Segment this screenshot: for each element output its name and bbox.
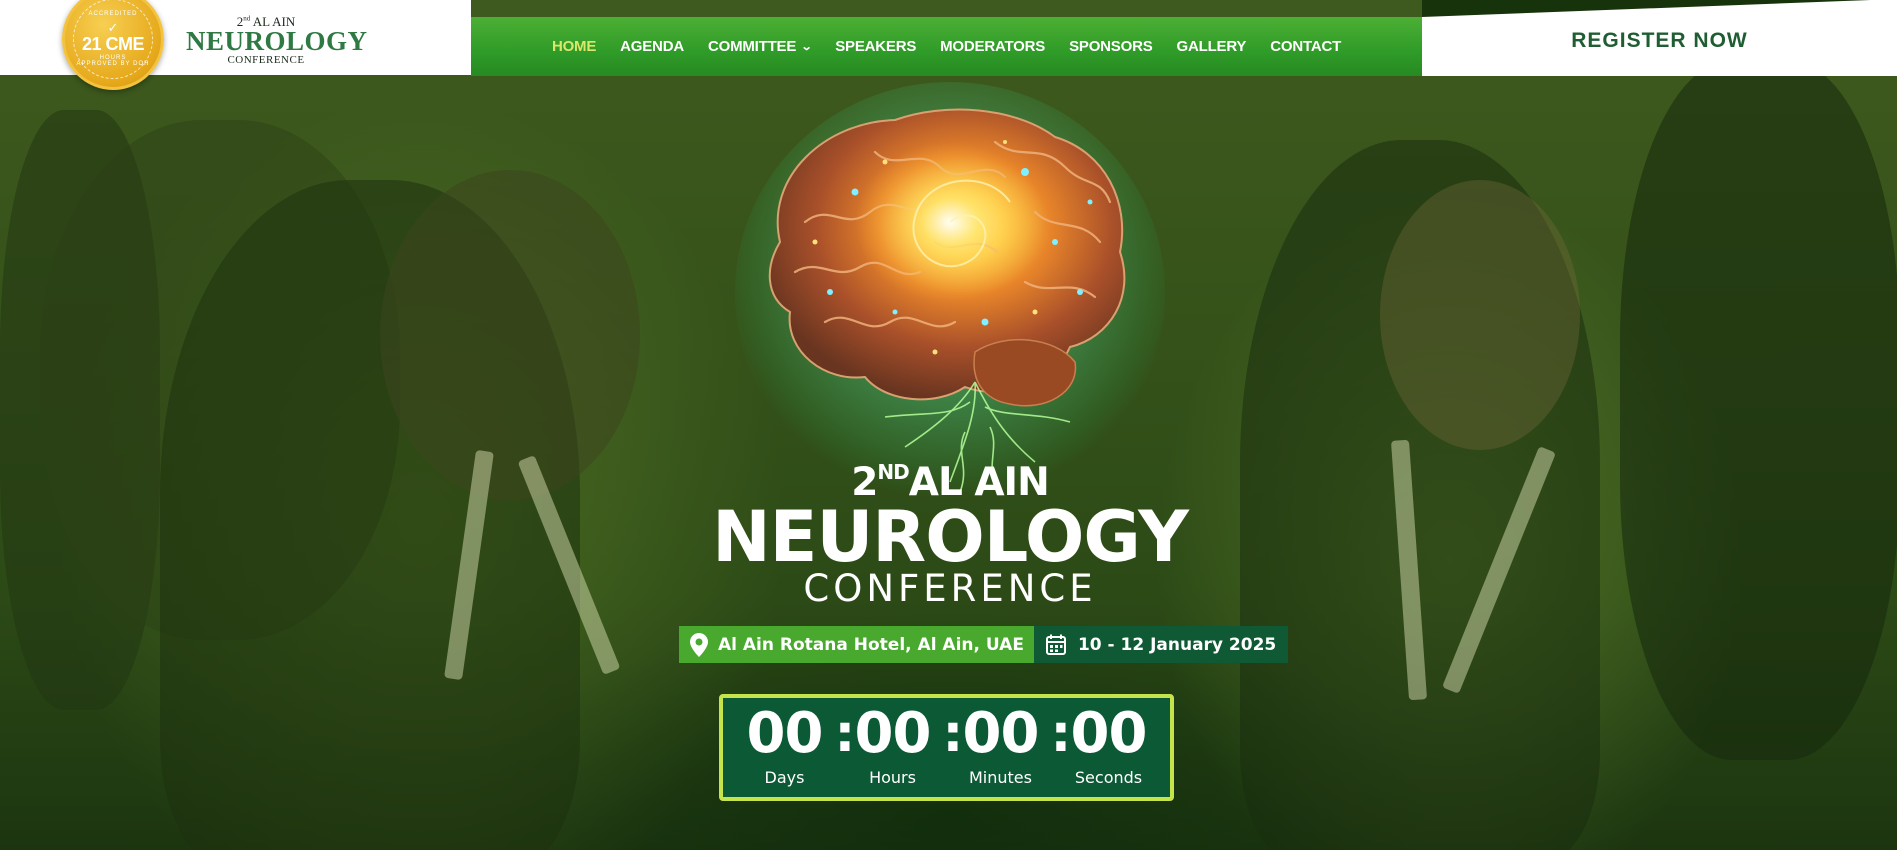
hero-edition-suffix: ND [877, 460, 909, 484]
nav-committee-label: COMMITTEE [707, 38, 797, 55]
map-pin-icon [690, 632, 708, 657]
main-nav: HOME AGENDA COMMITTEE ⌄ SPEAKERS MODERATO… [471, 17, 1422, 76]
nav-sponsors[interactable]: SPONSORS [1057, 38, 1164, 55]
countdown-seconds-value: 00 [1070, 701, 1148, 766]
countdown-days-value: 00 [746, 701, 824, 766]
nav-gallery[interactable]: GALLERY [1165, 38, 1259, 55]
countdown-separator: : [1050, 704, 1072, 764]
nav-moderators-label: MODERATORS [940, 38, 1046, 55]
hero-main-title: NEUROLOGY [712, 496, 1189, 578]
countdown-seconds: 00 Seconds [1059, 701, 1159, 788]
nav-agenda-label: AGENDA [620, 38, 684, 55]
countdown-timer: 00 Days : 00 Hours : 00 Minutes : 00 Sec… [719, 694, 1174, 801]
countdown-separator: : [834, 704, 856, 764]
nav-moderators[interactable]: MODERATORS [928, 38, 1057, 55]
countdown-minutes: 00 Minutes [951, 701, 1051, 788]
audience-silhouette [1380, 180, 1580, 450]
countdown-hours: 00 Hours [843, 701, 943, 788]
nav-contact[interactable]: CONTACT [1258, 38, 1353, 55]
logo-subtitle: CONFERENCE [227, 54, 305, 66]
countdown-days: 00 Days [735, 701, 835, 788]
countdown-hours-value: 00 [854, 701, 932, 766]
event-dates: 10 - 12 January 2025 [1033, 626, 1289, 663]
countdown-minutes-value: 00 [962, 701, 1040, 766]
audience-silhouette [380, 170, 640, 500]
countdown-separator: : [942, 704, 964, 764]
nav-sponsors-label: SPONSORS [1069, 38, 1153, 55]
calendar-icon [1045, 634, 1066, 655]
register-panel: REGISTER NOW [1422, 0, 1897, 76]
site-logo[interactable]: 2nd AL AIN NEUROLOGY CONFERENCE [186, 14, 368, 66]
countdown-days-label: Days [764, 768, 805, 787]
nav-agenda[interactable]: AGENDA [608, 38, 696, 55]
event-location-text: Al Ain Rotana Hotel, Al Ain, UAE [718, 634, 1024, 655]
audience-silhouette [1620, 60, 1897, 760]
nav-speakers-label: SPEAKERS [835, 38, 917, 55]
event-dates-text: 10 - 12 January 2025 [1077, 634, 1277, 655]
chevron-down-icon: ⌄ [800, 41, 813, 53]
nav-gallery-label: GALLERY [1176, 38, 1247, 55]
nav-home-label: HOME [551, 38, 597, 55]
event-location: Al Ain Rotana Hotel, Al Ain, UAE [679, 626, 1034, 663]
site-header: ACCREDITED ✓ 21 CME HOURS APPROVED BY DO… [0, 0, 1897, 90]
logo-panel: ACCREDITED ✓ 21 CME HOURS APPROVED BY DO… [0, 0, 471, 90]
countdown-seconds-label: Seconds [1074, 768, 1143, 787]
logo-edition-suffix: nd [243, 14, 251, 23]
countdown-hours-label: Hours [869, 768, 916, 787]
nav-contact-label: CONTACT [1270, 38, 1342, 55]
hero-title: 2NDAL AIN NEUROLOGY CONFERENCE [700, 462, 1200, 607]
brain-icon [768, 108, 1126, 493]
logo-name: NEUROLOGY [186, 26, 368, 56]
nav-speakers[interactable]: SPEAKERS [823, 38, 928, 55]
countdown-minutes-label: Minutes [969, 768, 1032, 787]
badge-ring [73, 0, 153, 79]
nav-home[interactable]: HOME [540, 38, 608, 55]
nav-committee[interactable]: COMMITTEE ⌄ [696, 38, 823, 55]
register-now-button[interactable]: REGISTER NOW [1571, 29, 1748, 53]
event-info-bar: Al Ain Rotana Hotel, Al Ain, UAE 10 - 12… [679, 626, 1289, 663]
brain-illustration [735, 82, 1165, 502]
